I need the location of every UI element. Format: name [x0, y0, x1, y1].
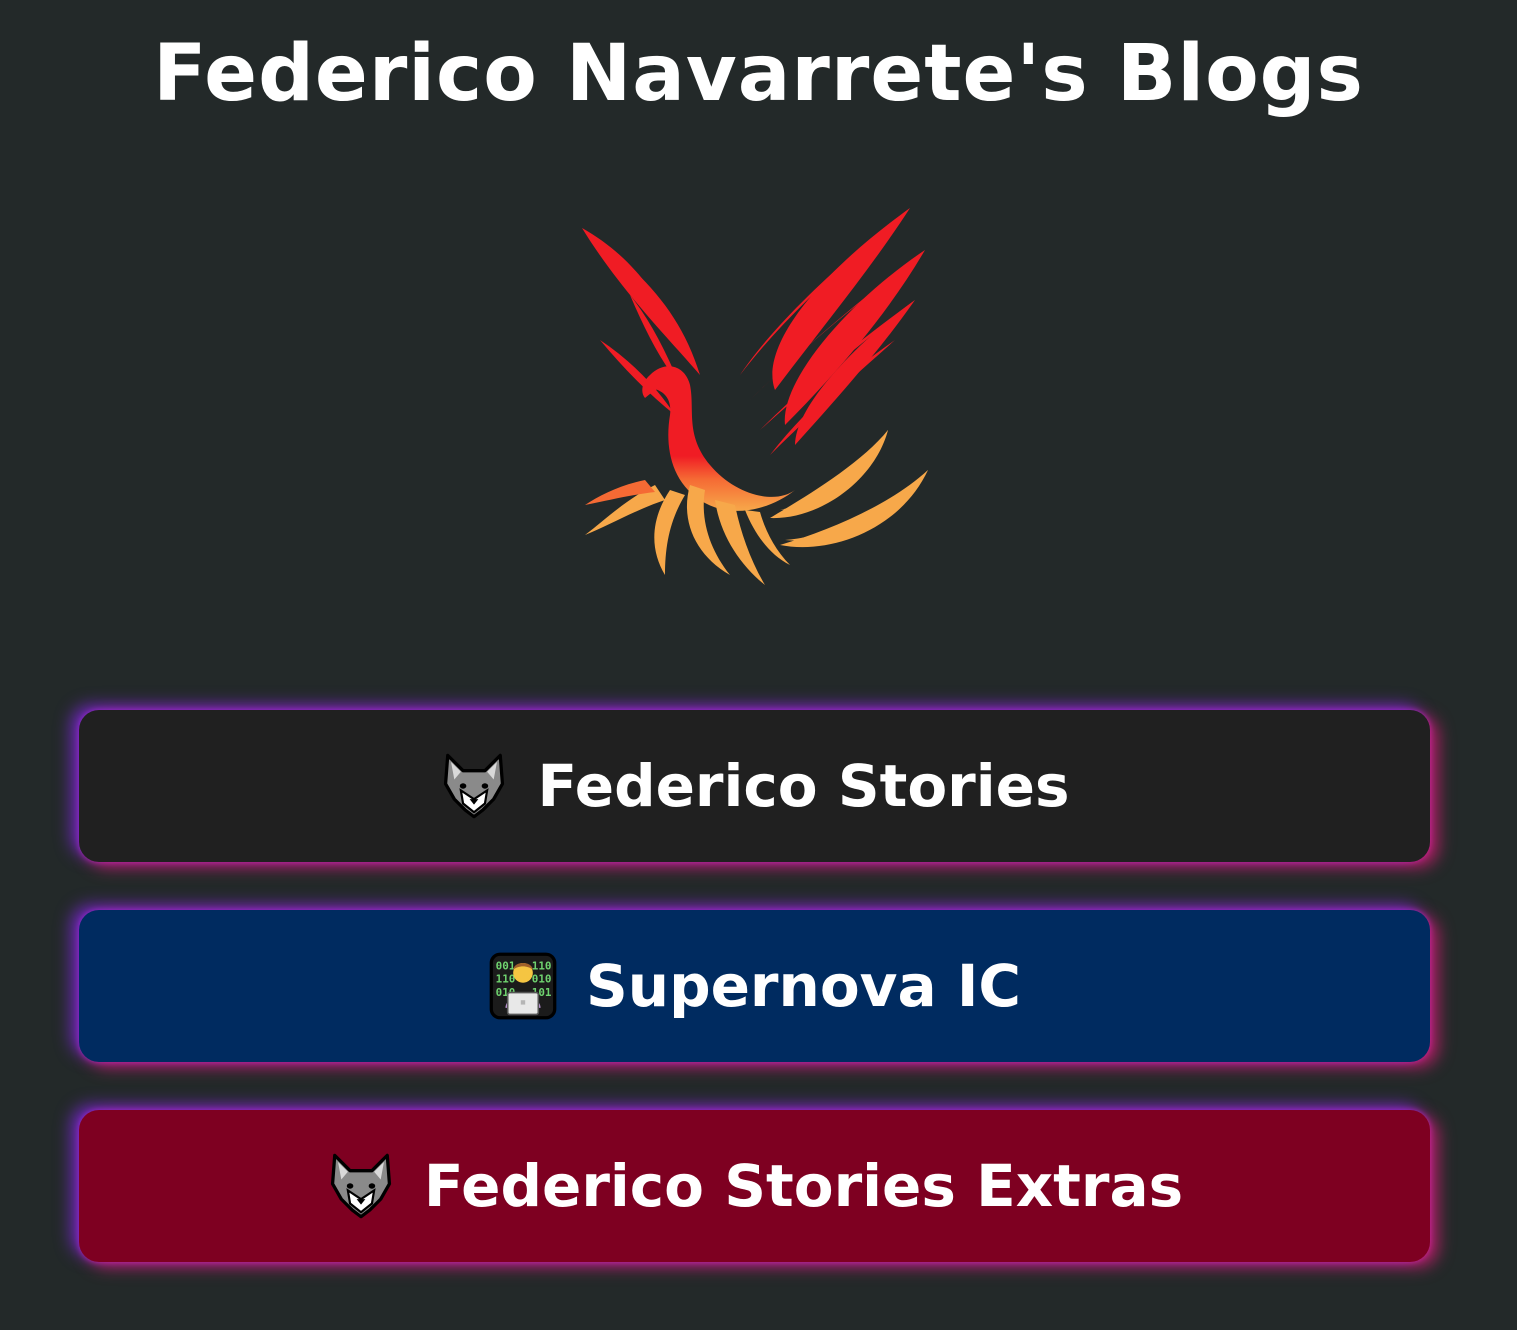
supernova-ic-link[interactable]: 001 110 110 010 010 101 Supernova IC [79, 910, 1430, 1062]
link-label: Federico Stories [537, 752, 1070, 820]
federico-stories-extras-link[interactable]: Federico Stories Extras [79, 1110, 1430, 1262]
svg-text:110: 110 [496, 973, 516, 986]
wolf-icon [330, 1153, 391, 1219]
link-label: Supernova IC [586, 952, 1021, 1020]
svg-text:110: 110 [532, 960, 552, 973]
federico-stories-link[interactable]: Federico Stories [79, 710, 1430, 862]
svg-text:001: 001 [496, 960, 516, 973]
wolf-icon [444, 753, 505, 819]
phoenix-logo [582, 208, 928, 585]
link-label: Federico Stories Extras [423, 1152, 1184, 1220]
page: Federico Navarrete's Blogs Federico Stor… [0, 0, 1517, 1330]
svg-text:010: 010 [532, 973, 552, 986]
page-title: Federico Navarrete's Blogs [153, 29, 1364, 119]
technologist-icon: 001 110 110 010 010 101 [489, 952, 557, 1020]
